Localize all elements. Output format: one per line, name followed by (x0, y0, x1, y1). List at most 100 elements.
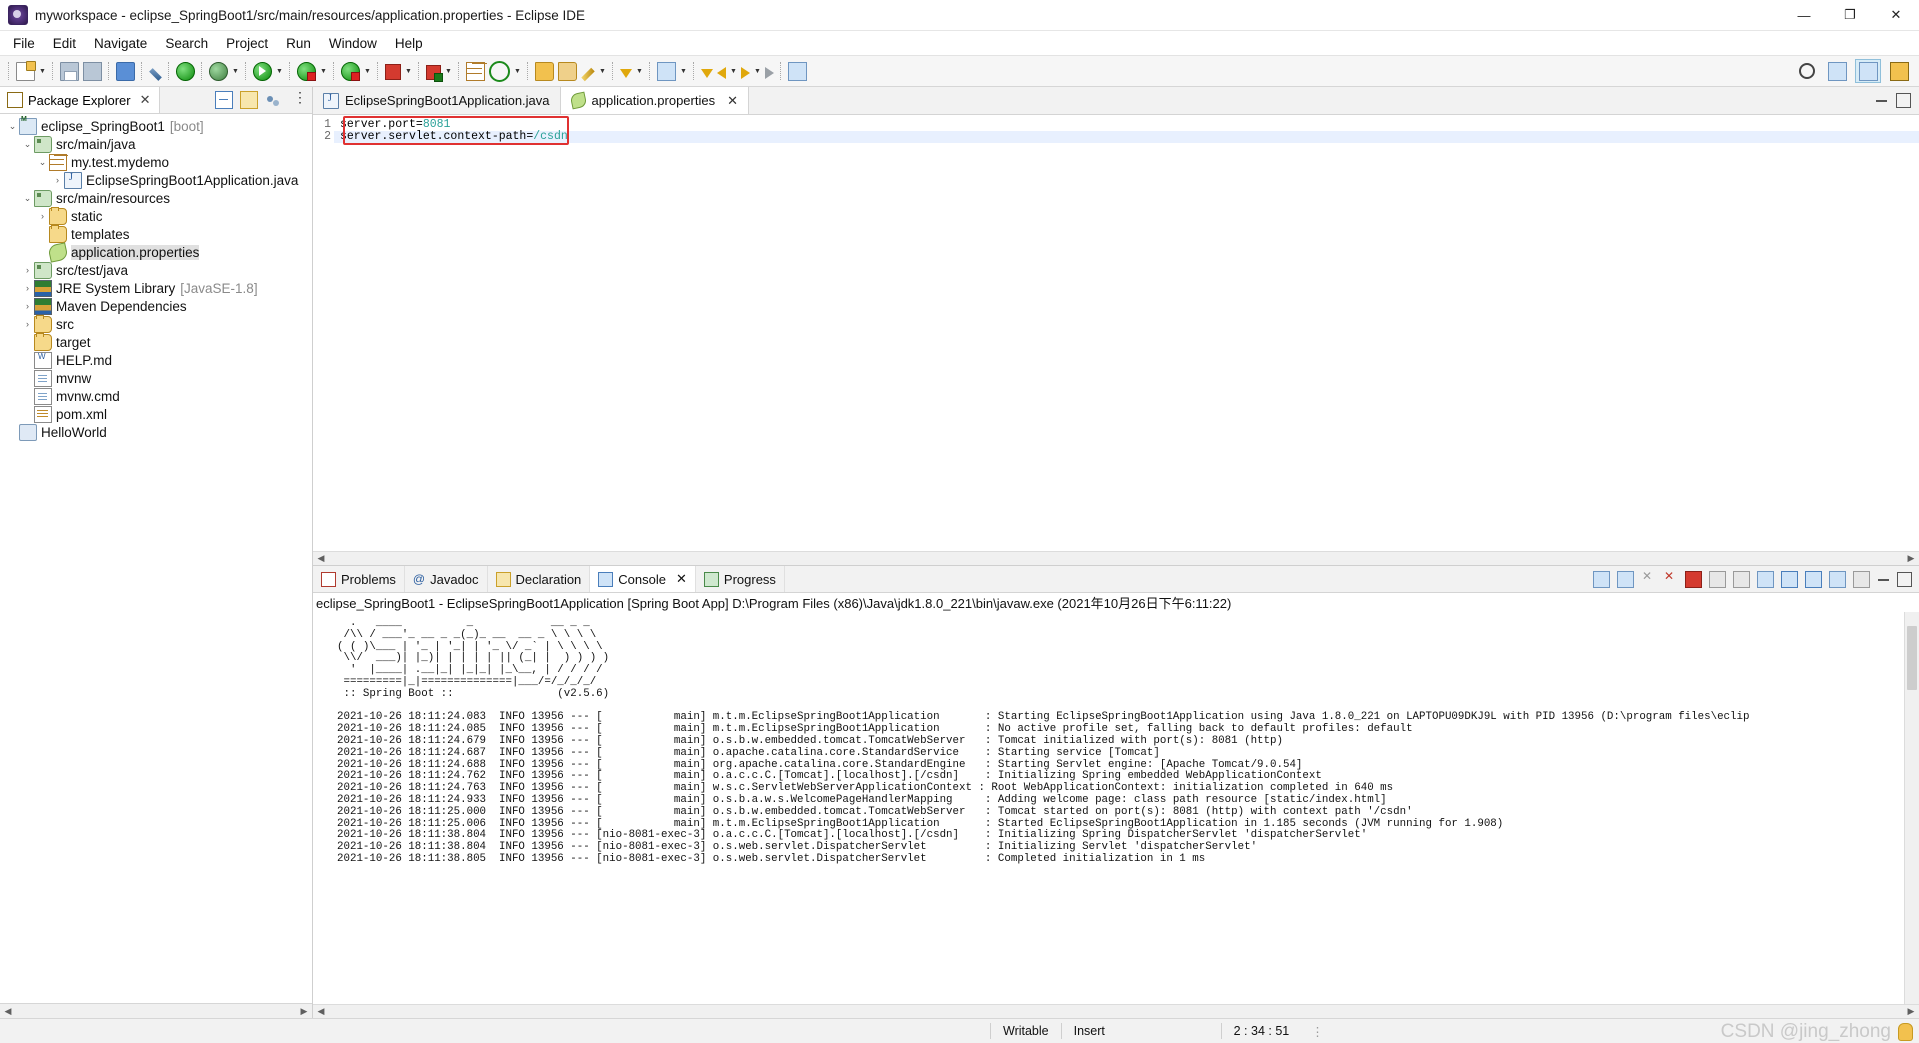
explorer-horizontal-scrollbar[interactable]: ◀ ▶ (0, 1003, 312, 1018)
pin-editor-button[interactable] (786, 58, 809, 84)
scroll-track[interactable] (329, 554, 1903, 563)
twistie-icon[interactable]: ⌄ (21, 193, 34, 204)
tab-console[interactable]: Console ✕ (590, 566, 696, 592)
debug-dropdown[interactable]: ▼ (230, 58, 241, 84)
minimize-icon[interactable] (1877, 573, 1890, 586)
editor-tab-properties-close[interactable]: ✕ (727, 93, 738, 109)
menu-search[interactable]: Search (156, 34, 217, 53)
tree-item-eclipsespringboot1application-java[interactable]: › EclipseSpringBoot1Application.java (0, 171, 312, 189)
tree-item-jre-system-library[interactable]: › JRE System Library [JavaSE-1.8] (0, 279, 312, 297)
forward-button[interactable] (739, 58, 752, 84)
next-annotation-dropdown[interactable]: ▼ (634, 58, 645, 84)
tree-item-eclipse-springboot1[interactable]: ⌄ eclipse_SpringBoot1[boot] (0, 116, 312, 135)
twistie-icon[interactable]: › (21, 319, 34, 329)
editor-body[interactable]: 1 2 server.port=8081 server.servlet.cont… (313, 115, 1919, 551)
twistie-icon[interactable]: › (51, 175, 64, 185)
run-button[interactable] (251, 58, 274, 84)
twistie-icon[interactable]: › (21, 301, 34, 311)
coverage-dropdown[interactable]: ▼ (362, 58, 373, 84)
print-button[interactable] (114, 58, 137, 84)
previous-annotation-dropdown[interactable]: ▼ (678, 58, 689, 84)
last-edit-button[interactable] (699, 58, 715, 84)
close-button[interactable]: ✕ (1873, 0, 1919, 30)
scroll-track[interactable] (16, 1006, 296, 1016)
new-java-class-button[interactable] (464, 58, 487, 84)
collapse-all-icon[interactable] (215, 91, 233, 109)
stop-button[interactable] (424, 58, 443, 84)
pin-console-icon[interactable] (1805, 570, 1822, 588)
scroll-left-icon[interactable]: ◀ (315, 553, 327, 564)
refresh-dropdown[interactable]: ▼ (512, 58, 523, 84)
new-console-view-icon[interactable] (1829, 570, 1846, 588)
console-output-text[interactable]: . ____ _ __ _ _ /\\ / ___'_ __ _ _(_)_ _… (313, 612, 1904, 1004)
word-wrap-icon[interactable] (1781, 570, 1798, 588)
tab-problems[interactable]: Problems (313, 566, 405, 592)
save-all-button[interactable] (81, 58, 104, 84)
view-menu-icon[interactable] (288, 89, 307, 108)
back-dropdown[interactable]: ▼ (728, 58, 739, 84)
twistie-icon[interactable]: ⌄ (36, 157, 49, 168)
forward-disabled-button[interactable] (763, 58, 776, 84)
editor-tab-java[interactable]: EclipseSpringBoot1Application.java (313, 87, 561, 114)
scroll-left-icon[interactable]: ◀ (315, 1006, 327, 1017)
menu-run[interactable]: Run (277, 34, 320, 53)
tab-javadoc[interactable]: @ Javadoc (405, 566, 488, 592)
twistie-icon[interactable]: ⌄ (21, 139, 34, 150)
menu-edit[interactable]: Edit (44, 34, 85, 53)
tree-item-application-properties[interactable]: application.properties (0, 241, 312, 263)
menu-file[interactable]: File (4, 34, 44, 53)
scroll-thumb[interactable] (1907, 626, 1917, 690)
tree-item-maven-dependencies[interactable]: › Maven Dependencies (0, 297, 312, 315)
twistie-icon[interactable]: › (21, 265, 34, 275)
console-menu-icon[interactable] (1853, 570, 1870, 588)
scroll-right-icon[interactable]: ▶ (1905, 553, 1917, 564)
remove-all-terminated-icon[interactable] (1641, 569, 1656, 587)
editor-code[interactable]: server.port=8081 server.servlet.context-… (334, 115, 1919, 551)
open-perspective-button[interactable] (1825, 60, 1849, 82)
open-type-button[interactable] (533, 58, 556, 84)
tree-item-static[interactable]: › static (0, 206, 312, 225)
open-task-button[interactable] (556, 58, 579, 84)
tree-item-help-md[interactable]: HELP.md (0, 351, 312, 369)
run-as-dropdown[interactable]: ▼ (318, 58, 329, 84)
menu-navigate[interactable]: Navigate (85, 34, 156, 53)
tab-declaration[interactable]: Declaration (488, 566, 591, 592)
search-button[interactable] (1795, 60, 1819, 82)
console-horizontal-scrollbar[interactable]: ◀ ▶ (313, 1004, 1919, 1018)
annotate-button[interactable] (579, 58, 597, 84)
tree-item-src-test-java[interactable]: › src/test/java (0, 261, 312, 279)
menu-window[interactable]: Window (320, 34, 386, 53)
minimize-icon[interactable] (1875, 94, 1888, 107)
project-tree[interactable]: ⌄ eclipse_SpringBoot1[boot] ⌄ src/main/java… (0, 114, 312, 1003)
new-document-dropdown[interactable]: ▼ (37, 58, 48, 84)
tree-item-helloworld[interactable]: HelloWorld (0, 423, 312, 441)
next-annotation-button[interactable] (618, 58, 634, 84)
tree-item-target[interactable]: target (0, 332, 312, 351)
tab-package-explorer[interactable]: Package Explorer ✕ (0, 87, 160, 113)
coverage-button[interactable] (339, 58, 362, 84)
maximize-icon[interactable] (1897, 571, 1912, 587)
annotate-dropdown[interactable]: ▼ (597, 58, 608, 84)
menu-help[interactable]: Help (386, 34, 432, 53)
display-selected-console-icon[interactable] (1709, 570, 1726, 588)
new-document-button[interactable] (14, 58, 37, 84)
quick-access-button[interactable] (147, 58, 164, 84)
save-button[interactable] (58, 58, 81, 84)
tree-item-src-main-resources[interactable]: ⌄ src/main/resources (0, 189, 312, 207)
maximize-icon[interactable] (1896, 93, 1911, 108)
remove-launch-icon[interactable] (1617, 570, 1634, 588)
java-ee-perspective-button[interactable] (1887, 60, 1911, 82)
terminate-button[interactable] (383, 58, 403, 84)
console-output-area[interactable]: . ____ _ __ _ _ /\\ / ___'_ __ _ _(_)_ _… (313, 612, 1919, 1004)
terminate-icon[interactable] (1593, 570, 1610, 588)
console-vertical-scrollbar[interactable] (1904, 612, 1919, 1004)
run-as-button[interactable] (295, 58, 318, 84)
editor-tab-properties[interactable]: application.properties ✕ (560, 87, 749, 114)
scroll-right-icon[interactable]: ▶ (1905, 1006, 1917, 1017)
scroll-lock-icon[interactable] (1757, 570, 1774, 588)
refresh-button[interactable] (487, 58, 512, 84)
forward-dropdown[interactable]: ▼ (752, 58, 763, 84)
tree-item-pom-xml[interactable]: pom.xml (0, 405, 312, 423)
tree-item-src[interactable]: › src (0, 314, 312, 333)
back-button[interactable] (715, 58, 728, 84)
